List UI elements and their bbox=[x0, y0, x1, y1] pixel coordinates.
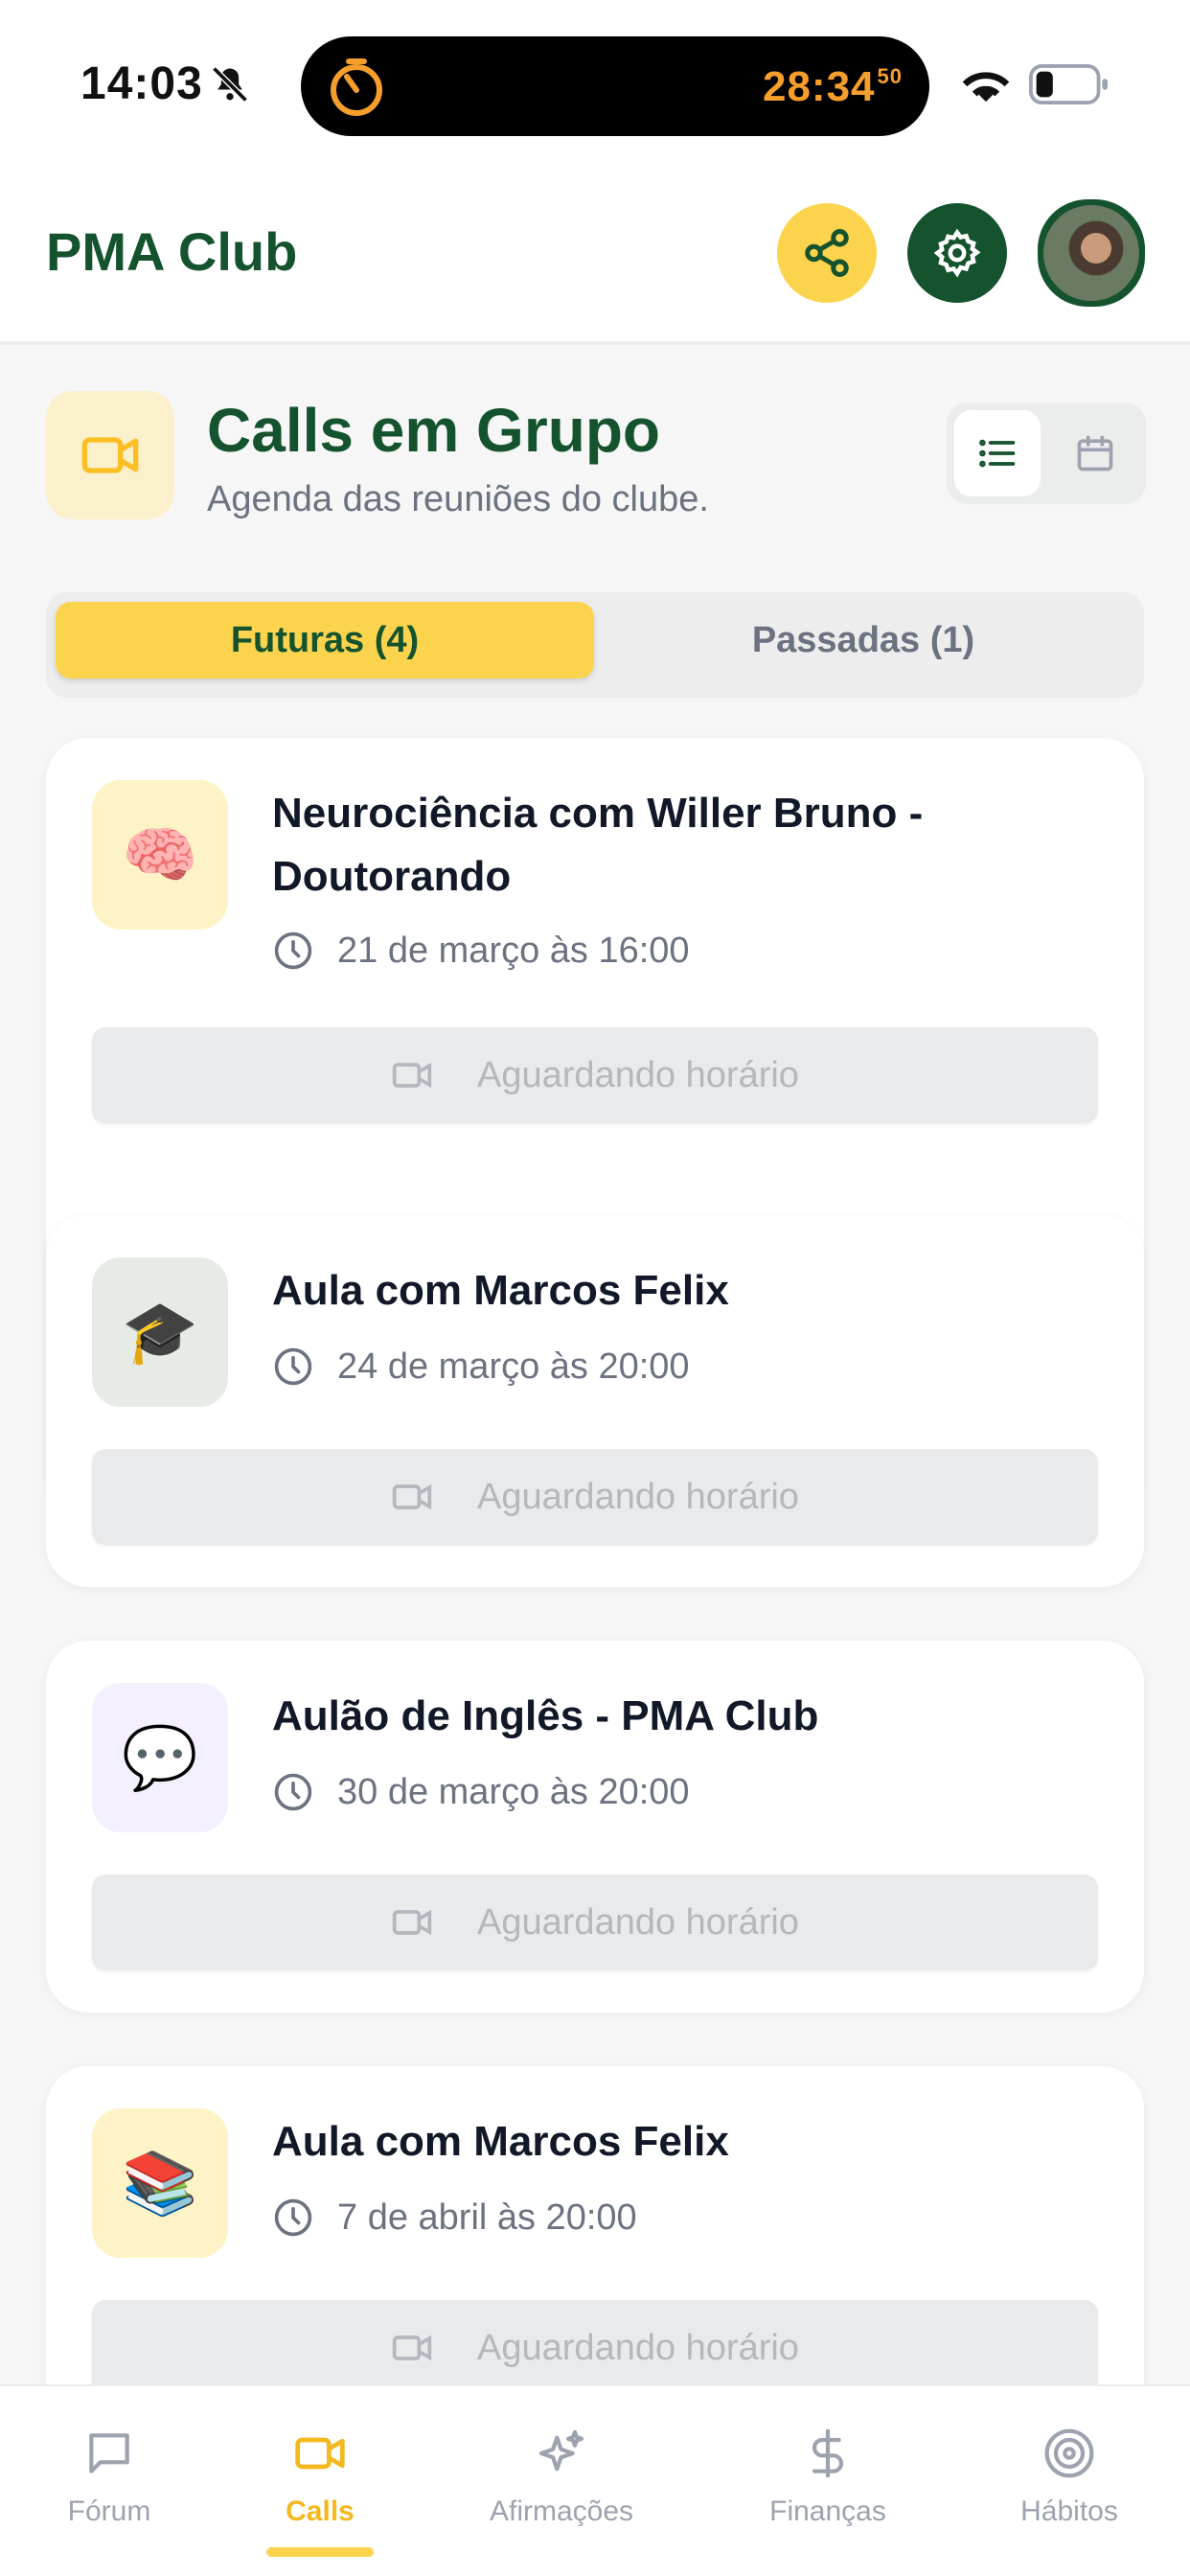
call-time-text: 24 de março às 20:00 bbox=[337, 1346, 690, 1387]
call-time: 7 de abril às 20:00 bbox=[272, 2196, 637, 2239]
list-view-button[interactable] bbox=[954, 410, 1041, 496]
dynamic-island[interactable]: 28:3450 bbox=[301, 36, 929, 136]
nav-item-calls[interactable]: Calls bbox=[224, 2426, 416, 2528]
nav-label: Fórum bbox=[67, 2496, 151, 2527]
bottom-nav: Fórum Calls Afirmações Finanças Hábitos bbox=[0, 2384, 1190, 2576]
call-title: Aulão de Inglês - PMA Club bbox=[272, 1692, 819, 1739]
call-tabs: Futuras (4) Passadas (1) bbox=[46, 592, 1144, 698]
nav-item-forum[interactable]: Fórum bbox=[13, 2426, 205, 2528]
call-time: 30 de março às 20:00 bbox=[272, 1771, 690, 1813]
timer-readout: 28:3450 bbox=[763, 63, 903, 111]
waiting-label: Aguardando horário bbox=[477, 1054, 799, 1095]
status-bar: 14:03 28:3450 bbox=[0, 0, 1190, 172]
clock-icon bbox=[274, 932, 312, 970]
brand-title: PMA Club bbox=[46, 221, 298, 282]
sparkles-icon bbox=[538, 2429, 584, 2472]
page-subtitle: Agenda das reuniões do clube. bbox=[207, 479, 709, 519]
battery-icon bbox=[1029, 64, 1109, 104]
video-camera-icon bbox=[392, 1484, 432, 1510]
call-time-text: 21 de março às 16:00 bbox=[337, 930, 690, 971]
avatar-photo bbox=[1043, 205, 1139, 301]
video-camera-icon bbox=[81, 437, 139, 473]
dollar-icon bbox=[812, 2428, 844, 2478]
nav-label: Calls bbox=[286, 2496, 355, 2527]
active-tab-indicator bbox=[266, 2547, 374, 2557]
waiting-label: Aguardando horário bbox=[477, 1476, 799, 1517]
gear-icon bbox=[933, 228, 981, 278]
call-card[interactable]: 💬 Aulão de Inglês - PMA Club 30 de março… bbox=[46, 1641, 1144, 2012]
share-button[interactable] bbox=[777, 203, 877, 303]
video-camera-icon bbox=[392, 1062, 432, 1089]
timer-main: 28:34 bbox=[762, 63, 876, 110]
timer-fraction: 50 bbox=[877, 64, 903, 88]
call-emoji-icon: 🎓 bbox=[92, 1257, 228, 1407]
clock-icon bbox=[274, 1773, 312, 1811]
call-emoji-icon: 📚 bbox=[92, 2108, 228, 2258]
waiting-button[interactable]: Aguardando horário bbox=[92, 1449, 1098, 1545]
nav-label: Afirmações bbox=[489, 2496, 634, 2527]
waiting-button[interactable]: Aguardando horário bbox=[92, 1874, 1098, 1970]
nav-label: Finanças bbox=[769, 2496, 886, 2527]
video-camera-icon bbox=[392, 2334, 432, 2361]
call-title: Aula com Marcos Felix bbox=[272, 1267, 729, 1314]
calendar-icon bbox=[1077, 435, 1113, 472]
waiting-label: Aguardando horário bbox=[477, 2327, 799, 2368]
call-title: Aula com Marcos Felix bbox=[272, 2118, 729, 2165]
waiting-button[interactable]: Aguardando horário bbox=[92, 1027, 1098, 1123]
nav-item-finance[interactable]: Finanças bbox=[732, 2426, 924, 2528]
clock-icon bbox=[274, 2198, 312, 2237]
call-emoji-icon: 💬 bbox=[92, 1683, 228, 1832]
tab-future[interactable]: Futuras (4) bbox=[56, 602, 594, 678]
call-time: 21 de março às 16:00 bbox=[272, 930, 690, 972]
page-icon-box bbox=[46, 391, 174, 519]
video-camera-icon bbox=[392, 1909, 432, 1936]
calendar-view-button[interactable] bbox=[1052, 410, 1138, 496]
settings-button[interactable] bbox=[907, 203, 1007, 303]
call-card[interactable]: 🎓 Aula com Marcos Felix 24 de março às 2… bbox=[46, 1215, 1144, 1587]
share-icon bbox=[805, 229, 849, 277]
nav-item-affirmations[interactable]: Afirmações bbox=[466, 2426, 657, 2528]
call-time-text: 30 de março às 20:00 bbox=[337, 1771, 690, 1812]
wifi-icon bbox=[962, 72, 1010, 103]
call-card[interactable]: 📚 Aula com Marcos Felix 7 de abril às 20… bbox=[46, 2066, 1144, 2384]
app-header: PMA Club bbox=[0, 172, 1190, 341]
clock-icon bbox=[274, 1347, 312, 1386]
target-icon bbox=[1044, 2428, 1094, 2478]
call-title: Neurociência com Willer Bruno - Doutoran… bbox=[272, 790, 924, 900]
tab-past[interactable]: Passadas (1) bbox=[594, 602, 1133, 678]
video-camera-icon bbox=[295, 2437, 345, 2470]
call-time: 24 de março às 20:00 bbox=[272, 1346, 690, 1388]
page-title: Calls em Grupo bbox=[207, 396, 660, 465]
waiting-button[interactable]: Aguardando horário bbox=[92, 2300, 1098, 2384]
bell-off-icon bbox=[212, 66, 248, 103]
nav-item-habits[interactable]: Hábitos bbox=[973, 2426, 1165, 2528]
call-emoji-icon: 🧠 bbox=[92, 780, 228, 930]
status-time: 14:03 bbox=[80, 58, 203, 109]
chat-bubble-icon bbox=[89, 2433, 129, 2473]
avatar[interactable] bbox=[1038, 199, 1145, 307]
stopwatch-icon bbox=[331, 58, 382, 116]
list-icon bbox=[979, 439, 1016, 468]
nav-label: Hábitos bbox=[1020, 2496, 1118, 2527]
main-content: Calls em Grupo Agenda das reuniões do cl… bbox=[0, 341, 1190, 2384]
call-time-text: 7 de abril às 20:00 bbox=[337, 2196, 637, 2238]
waiting-label: Aguardando horário bbox=[477, 1901, 799, 1943]
view-toggle bbox=[947, 402, 1146, 504]
